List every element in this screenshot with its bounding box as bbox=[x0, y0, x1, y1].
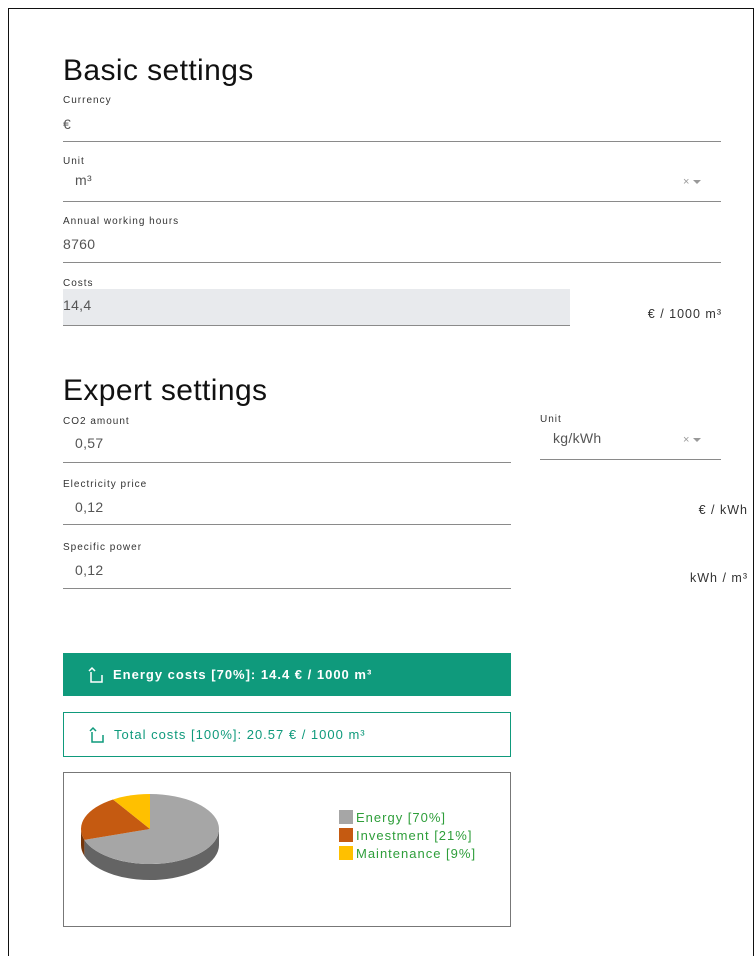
clear-icon[interactable]: × bbox=[683, 176, 691, 188]
legend-item: Investment [21%] bbox=[339, 827, 479, 845]
legend-label: Investment [21%] bbox=[356, 828, 473, 843]
co2-underline bbox=[63, 462, 511, 463]
pie-chart bbox=[81, 794, 219, 880]
co2-unit-select-controls[interactable]: × bbox=[683, 434, 702, 446]
power-underline bbox=[63, 588, 511, 589]
price-underline bbox=[63, 524, 511, 525]
co2-amount-field[interactable]: 0,57 bbox=[75, 435, 103, 451]
co2-unit-select[interactable]: kg/kWh bbox=[553, 430, 601, 446]
total-costs-label: Total costs [100%]: 20.57 € / 1000 m³ bbox=[114, 727, 366, 742]
hours-underline bbox=[63, 262, 721, 263]
currency-underline bbox=[63, 141, 721, 142]
chevron-down-icon[interactable] bbox=[693, 438, 702, 443]
costs-field-background bbox=[63, 289, 570, 325]
unit-select-controls[interactable]: × bbox=[683, 176, 702, 188]
legend-item: Maintenance [9%] bbox=[339, 845, 479, 863]
currency-field[interactable]: € bbox=[63, 116, 71, 132]
electricity-price-field[interactable]: 0,12 bbox=[75, 499, 103, 515]
basic-settings-title: Basic settings bbox=[63, 54, 254, 87]
energy-costs-button[interactable]: Energy costs [70%]: 14.4 € / 1000 m³ bbox=[63, 653, 511, 696]
cost-breakdown-chart: Energy [70%] Investment [21%] Maintenance … bbox=[63, 772, 511, 927]
rotate-arrow-icon bbox=[88, 666, 103, 683]
chevron-down-icon[interactable] bbox=[693, 180, 702, 185]
co2-amount-label: CO2 amount bbox=[63, 416, 130, 427]
specific-power-field[interactable]: 0,12 bbox=[75, 562, 103, 578]
legend-item: Energy [70%] bbox=[339, 809, 479, 827]
unit-underline bbox=[63, 201, 721, 202]
legend-swatch bbox=[339, 810, 353, 824]
rotate-arrow-icon bbox=[89, 726, 104, 743]
costs-underline bbox=[63, 325, 570, 326]
price-unit: € / kWh bbox=[698, 503, 748, 517]
legend-swatch bbox=[339, 828, 353, 842]
legend-label: Energy [70%] bbox=[356, 810, 447, 825]
unit-label: Unit bbox=[63, 156, 85, 167]
costs-unit: € / 1000 m³ bbox=[647, 307, 722, 321]
legend-label: Maintenance [9%] bbox=[356, 846, 477, 861]
total-costs-button[interactable]: Total costs [100%]: 20.57 € / 1000 m³ bbox=[63, 712, 511, 757]
currency-label: Currency bbox=[63, 95, 112, 106]
clear-icon[interactable]: × bbox=[683, 434, 691, 446]
annual-working-hours-field[interactable]: 8760 bbox=[63, 236, 95, 252]
chart-legend: Energy [70%] Investment [21%] Maintenance … bbox=[339, 809, 479, 863]
costs-field: 14,4 bbox=[63, 297, 92, 313]
unit-select[interactable]: m³ bbox=[75, 172, 92, 188]
electricity-price-label: Electricity price bbox=[63, 479, 148, 490]
co2-unit-label: Unit bbox=[540, 414, 562, 425]
costs-label: Costs bbox=[63, 278, 94, 289]
power-unit: kWh / m³ bbox=[690, 571, 748, 585]
co2-unit-underline bbox=[540, 459, 721, 460]
legend-swatch bbox=[339, 846, 353, 860]
hours-label: Annual working hours bbox=[63, 216, 180, 227]
energy-costs-label: Energy costs [70%]: 14.4 € / 1000 m³ bbox=[113, 667, 373, 682]
expert-settings-title: Expert settings bbox=[63, 374, 268, 407]
specific-power-label: Specific power bbox=[63, 542, 143, 553]
